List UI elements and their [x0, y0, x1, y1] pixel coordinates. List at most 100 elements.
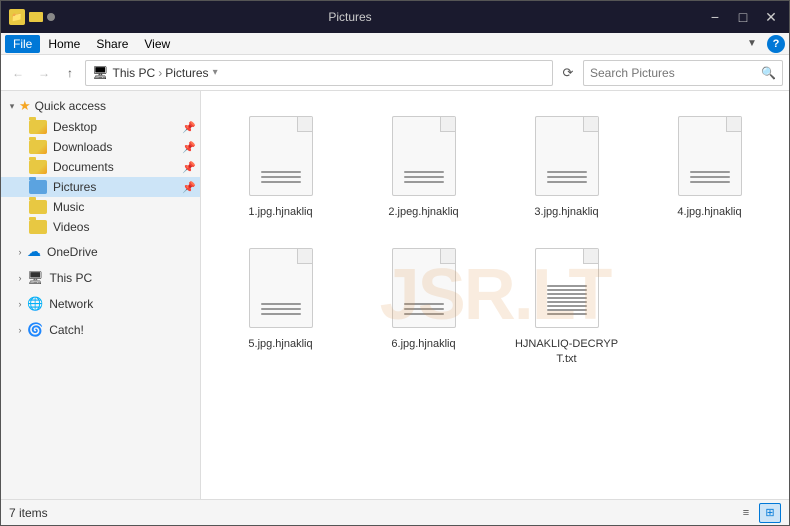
help-button[interactable]: ? [767, 35, 785, 53]
file-item[interactable]: 3.jpg.hjnakliq [499, 103, 634, 227]
file-lines [547, 285, 587, 315]
documents-pin-icon: 📌 [182, 161, 196, 174]
quick-access-star: ★ [19, 98, 31, 114]
this-pc-label: This PC [50, 271, 93, 285]
ribbon-chevron-down[interactable]: ▼ [741, 33, 763, 55]
path-chevron[interactable]: ▾ [213, 67, 218, 78]
menu-file[interactable]: File [5, 35, 40, 53]
close-button[interactable]: ✕ [761, 9, 781, 26]
sidebar-item-downloads[interactable]: Downloads 📌 [1, 137, 200, 157]
maximize-button[interactable]: □ [733, 9, 753, 26]
pc-icon: 🖥 [27, 270, 44, 286]
videos-label: Videos [53, 220, 89, 234]
pictures-pin-icon: 📌 [182, 181, 196, 194]
file-name: 6.jpg.hjnakliq [391, 337, 455, 351]
menu-share[interactable]: Share [88, 35, 136, 53]
file-lines [261, 171, 301, 183]
window-title: Pictures [0, 10, 705, 24]
catch-chevron: › [13, 325, 27, 335]
file-line [404, 303, 444, 305]
sidebar-item-onedrive[interactable]: › ☁ OneDrive [1, 239, 200, 264]
file-line [261, 181, 301, 183]
onedrive-section: › ☁ OneDrive [1, 239, 200, 264]
file-item[interactable]: 1.jpg.hjnakliq [213, 103, 348, 227]
file-line [547, 171, 587, 173]
grid-view-button[interactable]: ⊞ [759, 503, 781, 523]
file-line [404, 171, 444, 173]
file-line [547, 293, 587, 295]
minimize-button[interactable]: − [705, 9, 725, 26]
file-area: 1.jpg.hjnakliq [201, 91, 789, 386]
file-line [547, 176, 587, 178]
file-line [547, 181, 587, 183]
file-icon-wrapper [527, 111, 607, 201]
status-bar: 7 items ≡ ⊞ [1, 499, 789, 525]
up-button[interactable]: ↑ [59, 62, 81, 84]
file-name: 5.jpg.hjnakliq [248, 337, 312, 351]
file-line [690, 171, 730, 173]
file-item[interactable]: HJNAKLIQ-DECRYPT.txt [499, 235, 634, 374]
menu-view[interactable]: View [136, 35, 178, 53]
file-icon-wrapper [384, 111, 464, 201]
file-item[interactable]: 5.jpg.hjnakliq [213, 235, 348, 374]
sidebar-item-documents[interactable]: Documents 📌 [1, 157, 200, 177]
quick-access-header[interactable]: ▾ ★ Quick access [1, 95, 200, 117]
list-view-button[interactable]: ≡ [735, 503, 757, 523]
file-line [404, 181, 444, 183]
desktop-folder-icon [29, 120, 47, 134]
quick-access-label: Quick access [35, 99, 106, 113]
file-line [404, 313, 444, 315]
file-item[interactable]: 6.jpg.hjnakliq [356, 235, 491, 374]
file-line [261, 313, 301, 315]
file-item[interactable]: 4.jpg.hjnakliq [642, 103, 777, 227]
documents-label: Documents [53, 160, 114, 174]
file-doc-icon [392, 248, 456, 328]
file-doc-icon [535, 116, 599, 196]
title-controls: − □ ✕ [705, 9, 781, 26]
desktop-label: Desktop [53, 120, 97, 134]
network-icon: 🌐 [27, 296, 43, 312]
search-input[interactable] [590, 66, 757, 80]
sidebar-item-network[interactable]: › 🌐 Network [1, 292, 200, 316]
refresh-button[interactable]: ⟳ [557, 62, 579, 84]
file-line [404, 176, 444, 178]
sidebar-item-this-pc[interactable]: › 🖥 This PC [1, 266, 200, 290]
file-lines [404, 171, 444, 183]
onedrive-label: OneDrive [47, 245, 98, 259]
files-grid: 1.jpg.hjnakliq [209, 99, 781, 378]
status-item-count: 7 items [9, 506, 735, 520]
explorer-window: 📁 Pictures − □ ✕ File Home Share View ▼ … [0, 0, 790, 526]
path-pictures[interactable]: Pictures [165, 66, 208, 80]
address-path[interactable]: 🖥 This PC › Pictures ▾ [85, 60, 553, 86]
this-pc-chevron: › [13, 273, 27, 283]
this-pc-section: › 🖥 This PC [1, 266, 200, 290]
music-label: Music [53, 200, 84, 214]
view-icons: ≡ ⊞ [735, 503, 781, 523]
downloads-folder-icon [29, 140, 47, 154]
desktop-pin-icon: 📌 [182, 121, 196, 134]
file-icon-wrapper [241, 243, 321, 333]
sidebar-item-desktop[interactable]: Desktop 📌 [1, 117, 200, 137]
sidebar-item-videos[interactable]: Videos [1, 217, 200, 237]
file-name: 4.jpg.hjnakliq [677, 205, 741, 219]
file-line [547, 301, 587, 303]
path-this-pc[interactable]: This PC [113, 66, 156, 80]
search-box[interactable]: 🔍 [583, 60, 783, 86]
sidebar-item-catch[interactable]: › 🌀 Catch! [1, 318, 200, 342]
back-button[interactable]: ← [7, 62, 29, 84]
file-name: HJNAKLIQ-DECRYPT.txt [512, 337, 622, 366]
forward-button[interactable]: → [33, 62, 55, 84]
catch-label: Catch! [49, 323, 84, 337]
onedrive-chevron: › [13, 247, 27, 257]
file-lines [261, 303, 301, 315]
file-icon-wrapper [384, 243, 464, 333]
sidebar-item-pictures[interactable]: Pictures 📌 [1, 177, 200, 197]
file-item[interactable]: 2.jpeg.hjnakliq [356, 103, 491, 227]
main-content: ▾ ★ Quick access Desktop 📌 Downloads 📌 D… [1, 91, 789, 499]
search-icon[interactable]: 🔍 [761, 66, 776, 80]
quick-access-section: ▾ ★ Quick access Desktop 📌 Downloads 📌 D… [1, 95, 200, 237]
file-line [547, 297, 587, 299]
menu-home[interactable]: Home [40, 35, 88, 53]
sidebar-item-music[interactable]: Music [1, 197, 200, 217]
menu-bar: File Home Share View ▼ ? [1, 33, 789, 55]
